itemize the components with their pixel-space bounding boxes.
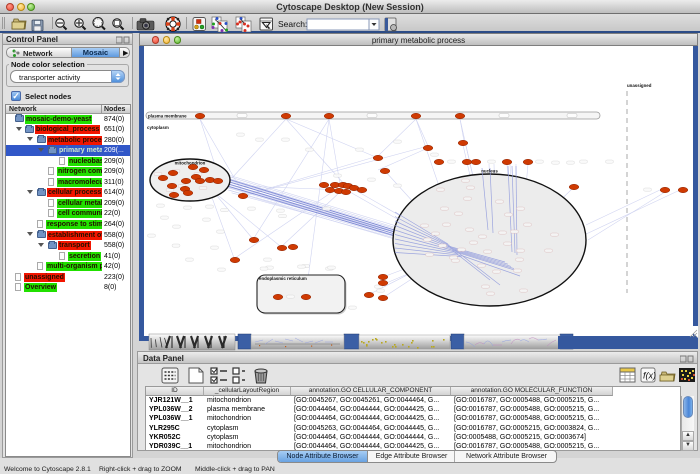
- svg-text:endoplasmic reticulum: endoplasmic reticulum: [259, 276, 307, 281]
- svg-text:unassigned: unassigned: [627, 83, 652, 88]
- svg-text:f(x): f(x): [643, 371, 656, 381]
- svg-text:Search:: Search:: [278, 19, 307, 29]
- svg-text:plasma membrane: plasma membrane: [148, 114, 187, 119]
- svg-text:cytoplasm: cytoplasm: [147, 125, 169, 130]
- svg-text:nucleus: nucleus: [481, 169, 498, 174]
